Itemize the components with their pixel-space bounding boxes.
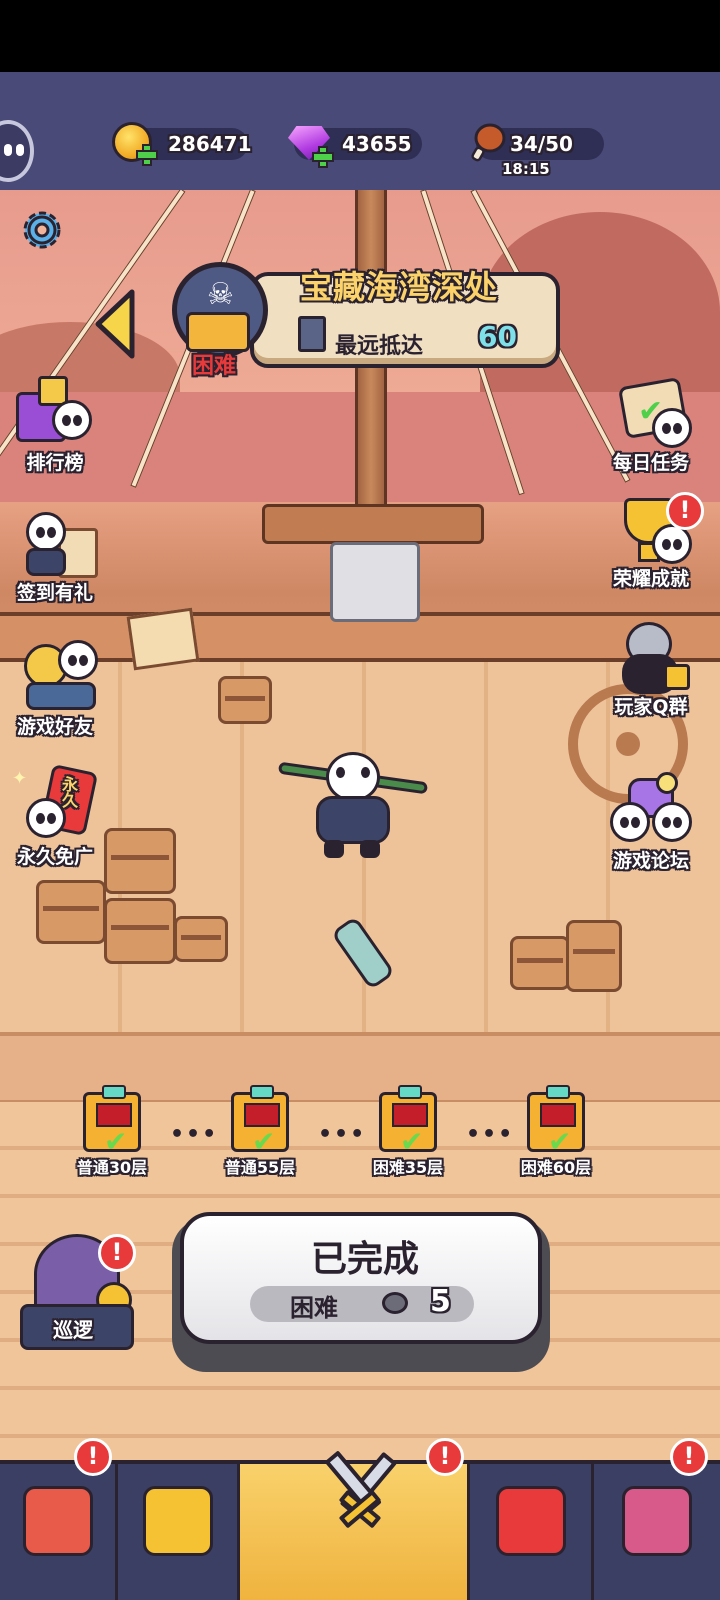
patrol-button[interactable]: 巡逻 !: [20, 1234, 136, 1352]
mast-base: [330, 542, 420, 622]
level-title: 宝藏海湾深处: [300, 268, 499, 306]
stamina-timer: 18:15: [502, 160, 550, 178]
completed-info: 困难 5: [250, 1284, 474, 1322]
shop-alert-icon: !: [74, 1438, 112, 1476]
add-gems-icon[interactable]: [312, 146, 334, 168]
crate: [104, 828, 176, 894]
daily-tasks-icon: ✔: [608, 374, 694, 454]
treasure-chest-icon: [186, 312, 250, 352]
patrol-label: 巡逻: [53, 1318, 93, 1342]
stamina-counter[interactable]: 34/50: [471, 123, 604, 162]
crate: [566, 920, 622, 992]
castle-icon: [622, 1486, 692, 1556]
achievements-alert-icon: !: [666, 492, 704, 530]
shop-icon: [22, 1486, 93, 1556]
previous-level-arrow[interactable]: [92, 288, 138, 360]
coin-amount: 286471: [168, 132, 252, 156]
crate: [104, 898, 176, 964]
daily-tasks-button[interactable]: ✔ 每日任务: [596, 374, 706, 475]
game-screen: 286471 43655 34/50 18:15 宝藏海湾深处 最远抵达 60 …: [0, 72, 720, 1600]
talent-book-icon: [495, 1486, 566, 1556]
reward-chest[interactable]: ✔ 普通30层: [62, 1085, 162, 1178]
add-coins-icon[interactable]: [136, 144, 158, 166]
forum-button[interactable]: 游戏论坛: [596, 772, 706, 873]
forum-icon: [608, 772, 694, 852]
treasure-map: [126, 607, 200, 671]
completed-difficulty: 困难: [290, 1294, 338, 1322]
coin-counter[interactable]: 286471: [112, 122, 252, 166]
panda-hero[interactable]: [277, 752, 429, 872]
friends-button[interactable]: 游戏好友: [0, 638, 110, 739]
tab-collection[interactable]: [118, 1464, 240, 1600]
completed-title: 已完成: [310, 1239, 419, 1280]
check-icon: ✔: [104, 1125, 128, 1158]
sign-in-button[interactable]: 签到有礼: [0, 504, 110, 605]
check-icon: ✔: [400, 1125, 424, 1158]
remove-ads-button[interactable]: 永久 ✦ 永久免广: [0, 763, 110, 869]
castle-alert-icon: !: [670, 1438, 708, 1476]
leaderboard-icon: [12, 374, 98, 454]
collection-icon: [142, 1486, 213, 1556]
chest-icon: ✔: [379, 1085, 437, 1158]
patrol-alert-icon: !: [98, 1234, 136, 1272]
player-avatar[interactable]: [0, 120, 34, 182]
completed-count: 5: [430, 1284, 451, 1319]
battle-alert-icon: !: [426, 1438, 464, 1476]
chest-icon: ✔: [527, 1085, 585, 1158]
crate: [36, 880, 106, 944]
completed-button[interactable]: 已完成 困难 5: [180, 1212, 542, 1344]
stamina-amount: 34/50: [510, 132, 573, 156]
chest-icon: ✔: [83, 1085, 141, 1158]
reward-chest[interactable]: ✔ 普通55层: [210, 1085, 310, 1178]
gem-amount: 43655: [342, 132, 412, 156]
reward-chest[interactable]: ✔ 困难60层: [506, 1085, 606, 1178]
resource-bar: 286471 43655 34/50 18:15: [0, 72, 720, 190]
sparkle-icon: ✦: [12, 768, 28, 789]
settings-gear-icon[interactable]: [18, 206, 66, 254]
achievements-button[interactable]: 荣耀成就 !: [596, 490, 706, 591]
check-icon: ✔: [548, 1125, 572, 1158]
tab-shop[interactable]: !: [0, 1438, 118, 1600]
tab-castle[interactable]: !: [594, 1438, 720, 1600]
penguin-knight-icon: [608, 618, 694, 698]
leaderboard-button[interactable]: 排行榜: [0, 374, 110, 475]
reward-chest[interactable]: ✔ 困难35层: [358, 1085, 458, 1178]
tower-icon: [298, 316, 326, 352]
difficulty-tag: 困难: [192, 354, 237, 379]
sign-in-icon: [12, 504, 98, 584]
friends-icon: [12, 638, 98, 718]
tab-talent[interactable]: [470, 1464, 594, 1600]
chest-icon: ✔: [231, 1085, 289, 1158]
player-group-button[interactable]: 玩家Q群: [596, 618, 706, 719]
farthest-value: 60: [478, 320, 517, 353]
check-icon: ✔: [252, 1125, 276, 1158]
crate: [510, 936, 570, 990]
farthest-label: 最远抵达: [335, 334, 424, 359]
key-icon: [382, 1292, 408, 1314]
crate: [174, 916, 228, 962]
crows-nest: [262, 504, 484, 544]
gem-counter[interactable]: 43655: [288, 126, 422, 168]
crate: [218, 676, 272, 724]
crossed-swords-icon: [325, 1451, 397, 1528]
remove-ads-icon: 永久 ✦: [12, 763, 99, 848]
meat-icon: [471, 123, 506, 162]
